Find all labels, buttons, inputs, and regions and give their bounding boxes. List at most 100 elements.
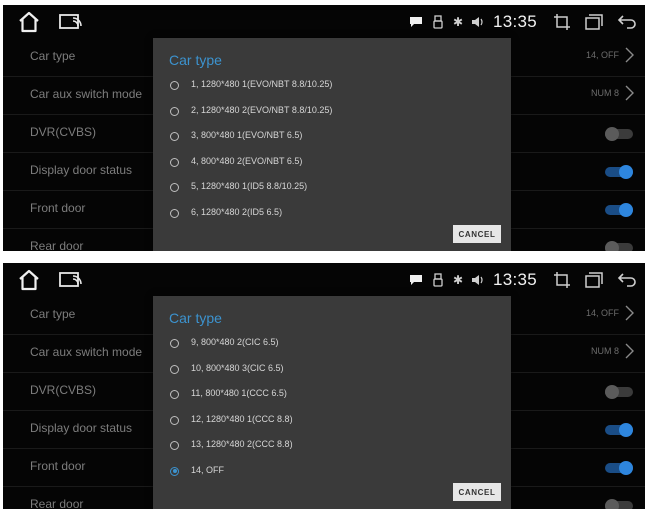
setting-label: Car type <box>30 307 76 321</box>
radio-button-selected[interactable] <box>170 466 179 476</box>
bluetooth-icon: ✱ <box>452 273 464 287</box>
rear-door-toggle[interactable] <box>605 241 633 251</box>
option-item[interactable]: 10, 800*480 3(CIC 6.5) <box>153 358 511 384</box>
option-label: 6, 1280*480 2(ID5 6.5) <box>191 206 283 217</box>
rear-door-toggle[interactable] <box>605 499 633 509</box>
option-label: 3, 800*480 1(EVO/NBT 6.5) <box>191 130 303 140</box>
setting-value: NUM 8 <box>590 346 619 356</box>
toggle-knob <box>619 203 633 217</box>
cancel-button[interactable]: CANCEL <box>453 483 501 501</box>
option-label: 12, 1280*480 1(CCC 8.8) <box>191 413 293 424</box>
toggle-knob <box>605 241 619 251</box>
cast-icon[interactable] <box>58 11 84 33</box>
radio-button[interactable] <box>170 339 179 348</box>
volume-icon <box>471 275 483 285</box>
window-icon[interactable] <box>585 272 603 288</box>
back-icon[interactable] <box>617 14 637 30</box>
setting-label: Front door <box>30 201 86 215</box>
usb-icon <box>433 15 443 29</box>
setting-label: Display door status <box>30 421 133 435</box>
radio-button[interactable] <box>170 390 179 399</box>
option-label: 2, 1280*480 2(EVO/NBT 8.8/10.25) <box>191 104 333 115</box>
option-label: 4, 800*480 2(EVO/NBT 6.5) <box>191 155 303 166</box>
radio-button[interactable] <box>170 208 179 218</box>
setting-label: Car aux switch mode <box>30 345 143 359</box>
car-type-dialog: Car type 9, 800*480 2(CIC 6.5) 10, 800*4… <box>153 296 511 509</box>
toggle-knob <box>605 499 619 509</box>
status-bar: ✱ 13:35 <box>3 5 645 39</box>
radio-button[interactable] <box>170 441 179 450</box>
setting-value: NUM 8 <box>590 88 619 98</box>
display-door-status-toggle[interactable] <box>605 423 633 437</box>
status-time: 13:35 <box>492 12 537 31</box>
setting-label: Rear door <box>30 497 84 509</box>
front-door-toggle[interactable] <box>605 203 633 217</box>
bluetooth-icon: ✱ <box>452 15 464 29</box>
option-item[interactable]: 4, 800*480 2(EVO/NBT 6.5) <box>153 151 511 177</box>
screen-2: ✱ 13:35 Car type 14, OFF Car aux switch … <box>3 263 645 509</box>
chevron-right-icon <box>625 85 634 101</box>
toggle-knob <box>619 461 633 475</box>
setting-label: DVR(CVBS) <box>30 383 97 397</box>
option-item[interactable]: 11, 800*480 1(CCC 6.5) <box>153 383 511 409</box>
screenshot-icon[interactable] <box>553 13 571 31</box>
back-icon[interactable] <box>617 272 637 288</box>
radio-button[interactable] <box>170 415 179 425</box>
setting-label: Car aux switch mode <box>30 87 143 101</box>
display-door-status-toggle[interactable] <box>605 165 633 179</box>
option-label: 11, 800*480 1(CCC 6.5) <box>191 388 287 398</box>
dvr-toggle[interactable] <box>605 385 633 399</box>
option-item[interactable]: 2, 1280*480 2(EVO/NBT 8.8/10.25) <box>153 100 511 126</box>
usb-icon <box>433 273 443 287</box>
option-item[interactable]: 14, OFF <box>153 460 511 486</box>
option-item[interactable]: 1, 1280*480 1(EVO/NBT 8.8/10.25) <box>153 74 511 100</box>
setting-label: Front door <box>30 459 86 473</box>
option-item[interactable]: 13, 1280*480 2(CCC 8.8) <box>153 434 511 460</box>
cancel-button[interactable]: CANCEL <box>453 225 501 243</box>
option-item[interactable]: 6, 1280*480 2(ID5 6.5) <box>153 202 511 228</box>
home-icon[interactable] <box>17 268 41 292</box>
option-label: 14, OFF <box>191 464 225 475</box>
radio-button[interactable] <box>170 157 179 167</box>
chevron-right-icon <box>625 305 634 321</box>
radio-button[interactable] <box>170 132 179 141</box>
option-label: 5, 1280*480 1(ID5 8.8/10.25) <box>191 181 308 191</box>
dialog-title: Car type <box>169 52 222 68</box>
dialog-title: Car type <box>169 310 222 326</box>
toggle-knob <box>605 127 619 141</box>
window-icon[interactable] <box>585 14 603 30</box>
setting-label: Car type <box>30 49 76 63</box>
setting-value: 14, OFF <box>585 50 619 60</box>
toggle-knob <box>619 423 633 437</box>
status-icons: ✱ 13:35 <box>409 263 645 297</box>
setting-label: Display door status <box>30 163 133 177</box>
status-icons: ✱ 13:35 <box>409 5 645 39</box>
option-item[interactable]: 3, 800*480 1(EVO/NBT 6.5) <box>153 125 511 151</box>
status-time: 13:35 <box>492 270 537 289</box>
option-item[interactable]: 12, 1280*480 1(CCC 8.8) <box>153 409 511 435</box>
front-door-toggle[interactable] <box>605 461 633 475</box>
cast-icon[interactable] <box>58 269 84 291</box>
message-icon <box>409 17 422 27</box>
status-bar: ✱ 13:35 <box>3 263 645 297</box>
dvr-toggle[interactable] <box>605 127 633 141</box>
option-list: 9, 800*480 2(CIC 6.5) 10, 800*480 3(CIC … <box>153 332 511 485</box>
home-icon[interactable] <box>17 10 41 34</box>
option-label: 1, 1280*480 1(EVO/NBT 8.8/10.25) <box>191 79 333 89</box>
radio-button[interactable] <box>170 106 179 116</box>
screenshot-icon[interactable] <box>553 271 571 289</box>
radio-button[interactable] <box>170 364 179 374</box>
option-item[interactable]: 5, 1280*480 1(ID5 8.8/10.25) <box>153 176 511 202</box>
toggle-knob <box>605 385 619 399</box>
option-label: 13, 1280*480 2(CCC 8.8) <box>191 439 293 449</box>
radio-button[interactable] <box>170 81 179 90</box>
setting-label: DVR(CVBS) <box>30 125 97 139</box>
message-icon <box>409 275 422 285</box>
chevron-right-icon <box>625 343 634 359</box>
option-label: 9, 800*480 2(CIC 6.5) <box>191 337 279 347</box>
volume-icon <box>471 17 483 27</box>
option-list: 1, 1280*480 1(EVO/NBT 8.8/10.25) 2, 1280… <box>153 74 511 227</box>
setting-value: 14, OFF <box>585 308 619 318</box>
radio-button[interactable] <box>170 183 179 192</box>
option-item[interactable]: 9, 800*480 2(CIC 6.5) <box>153 332 511 358</box>
